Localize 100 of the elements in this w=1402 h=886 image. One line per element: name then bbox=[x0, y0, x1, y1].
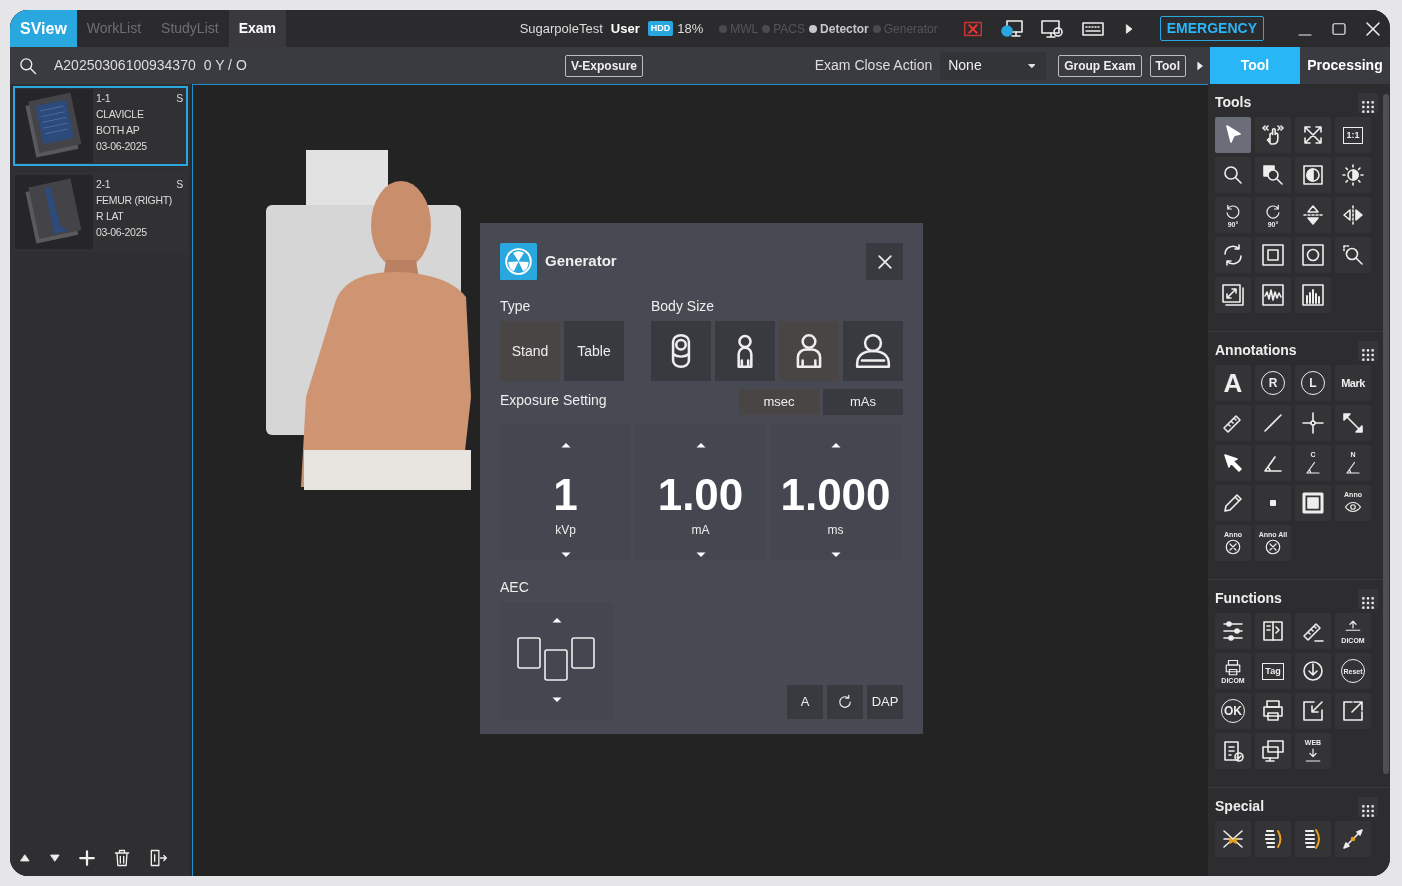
tool-button[interactable] bbox=[1255, 613, 1291, 649]
tool-button[interactable] bbox=[1255, 693, 1291, 729]
tool-button[interactable] bbox=[1255, 117, 1291, 153]
tool-button[interactable] bbox=[1295, 197, 1331, 233]
series-description: R LAT bbox=[96, 209, 125, 224]
tool-button[interactable] bbox=[1295, 693, 1331, 729]
crosshair-icon bbox=[1301, 411, 1325, 435]
tool-button[interactable]: A bbox=[1215, 365, 1251, 401]
search-icon[interactable] bbox=[18, 55, 38, 76]
add-icon[interactable] bbox=[78, 849, 96, 867]
tool-button[interactable] bbox=[1335, 197, 1371, 233]
close-action-dropdown[interactable]: None bbox=[940, 51, 1047, 80]
panel-tab[interactable]: Processing bbox=[1300, 47, 1390, 84]
circle-frame-icon bbox=[1301, 243, 1325, 267]
tool-button[interactable] bbox=[1295, 821, 1331, 857]
tool-button[interactable] bbox=[1335, 237, 1371, 273]
v-exposure-button[interactable]: V-Exposure bbox=[565, 54, 644, 77]
tool-button[interactable] bbox=[1335, 693, 1371, 729]
tool-button[interactable]: R bbox=[1255, 365, 1291, 401]
tool-button[interactable] bbox=[1295, 405, 1331, 441]
close-icon[interactable] bbox=[1364, 19, 1382, 38]
tool-button[interactable] bbox=[1255, 733, 1291, 769]
magnifier-square-icon bbox=[1261, 163, 1285, 187]
mode-option[interactable]: msec bbox=[739, 389, 819, 415]
tool-button[interactable] bbox=[1295, 277, 1331, 313]
type-label: Type bbox=[500, 297, 532, 316]
disk-badge: HDD bbox=[647, 20, 674, 37]
series-status-label: S bbox=[176, 91, 183, 106]
tool-button[interactable] bbox=[1215, 445, 1251, 481]
tool-button[interactable]: Mark bbox=[1335, 365, 1371, 401]
tool-button[interactable]: Tag bbox=[1255, 653, 1291, 689]
rotate-arrows-icon bbox=[1221, 243, 1245, 267]
emergency-button[interactable]: EMERGENCY bbox=[1159, 16, 1264, 41]
body-size-option[interactable] bbox=[715, 321, 775, 381]
tool-button[interactable] bbox=[1215, 405, 1251, 441]
setting-unit: mA bbox=[691, 522, 710, 539]
tool-button[interactable] bbox=[1215, 237, 1251, 273]
setting-value: 1.00 bbox=[657, 473, 744, 517]
tool-button[interactable] bbox=[1215, 733, 1251, 769]
tool-button[interactable] bbox=[1215, 485, 1251, 521]
flip-horizontal-icon bbox=[1341, 203, 1365, 227]
tool-button[interactable] bbox=[1335, 405, 1371, 441]
connection-status: Detector bbox=[809, 19, 869, 38]
site-name: SugarpoleTest bbox=[519, 19, 603, 38]
setting-unit: kVp bbox=[555, 522, 576, 539]
tool-button[interactable] bbox=[1255, 237, 1291, 273]
printer-icon bbox=[1261, 699, 1285, 723]
patient-id: A20250306100934370 bbox=[54, 56, 196, 75]
setting-value: 1.000 bbox=[780, 473, 891, 517]
rotate-left-icon bbox=[1224, 202, 1242, 221]
tool-button[interactable] bbox=[1335, 157, 1371, 193]
brightness-icon bbox=[1341, 163, 1365, 187]
exit-icon[interactable] bbox=[148, 848, 168, 868]
tool-button[interactable] bbox=[1215, 277, 1251, 313]
tool-button[interactable]: Tool bbox=[1149, 54, 1186, 77]
body-size-option[interactable] bbox=[651, 321, 711, 381]
type-option[interactable]: Table bbox=[564, 321, 624, 381]
tool-button[interactable]: 1:1 bbox=[1335, 117, 1371, 153]
diagonal-arrow-icon bbox=[1341, 827, 1365, 851]
grid-view-button[interactable] bbox=[1358, 92, 1378, 113]
tool-button[interactable] bbox=[1255, 405, 1291, 441]
tool-button[interactable] bbox=[1215, 157, 1251, 193]
tool-button[interactable] bbox=[1255, 277, 1291, 313]
scrollbar-thumb[interactable] bbox=[1383, 94, 1389, 774]
type-option[interactable]: Stand bbox=[500, 321, 560, 381]
mode-option[interactable]: mAs bbox=[823, 389, 903, 415]
tool-button[interactable] bbox=[1295, 485, 1331, 521]
tool-button[interactable] bbox=[1255, 821, 1291, 857]
section-title: Annotations bbox=[1215, 341, 1297, 360]
grid-view-button[interactable] bbox=[1358, 796, 1378, 817]
nav-tab[interactable]: Exam bbox=[228, 10, 286, 47]
rotate-right-icon bbox=[1264, 202, 1282, 221]
grid-view-button[interactable] bbox=[1358, 340, 1378, 361]
series-number: 1-1 bbox=[96, 91, 111, 106]
tool-button[interactable]: OK bbox=[1215, 693, 1251, 729]
grid-view-button[interactable] bbox=[1358, 588, 1378, 609]
body-size-option[interactable] bbox=[779, 321, 839, 381]
tool-button[interactable] bbox=[1215, 821, 1251, 857]
tool-button[interactable] bbox=[1295, 653, 1331, 689]
tool-button[interactable] bbox=[1295, 613, 1331, 649]
action-button[interactable]: DAP bbox=[867, 685, 903, 719]
tool-button[interactable] bbox=[1255, 445, 1291, 481]
refresh-button[interactable] bbox=[827, 685, 863, 719]
action-button[interactable]: A bbox=[787, 685, 823, 719]
section-title: Tools bbox=[1215, 93, 1252, 112]
tool-button[interactable] bbox=[1295, 237, 1331, 273]
series-thumbnail[interactable]: 1-1 S CLAVICLE BOTH AP 03-06-2025 bbox=[13, 86, 188, 166]
body-size-option[interactable] bbox=[843, 321, 903, 381]
tool-button[interactable] bbox=[1255, 485, 1291, 521]
tool-button[interactable] bbox=[1215, 613, 1251, 649]
group-exam-button[interactable]: Group Exam bbox=[1058, 54, 1142, 77]
trash-icon[interactable] bbox=[112, 848, 132, 868]
tool-button[interactable] bbox=[1255, 157, 1291, 193]
tool-button[interactable] bbox=[1295, 117, 1331, 153]
tool-button[interactable] bbox=[1295, 157, 1331, 193]
close-button[interactable] bbox=[866, 243, 903, 280]
app-logo: SView bbox=[10, 10, 77, 47]
aec-label: AEC bbox=[500, 578, 530, 597]
tool-button[interactable]: L bbox=[1295, 365, 1331, 401]
tool-button[interactable] bbox=[1335, 821, 1371, 857]
